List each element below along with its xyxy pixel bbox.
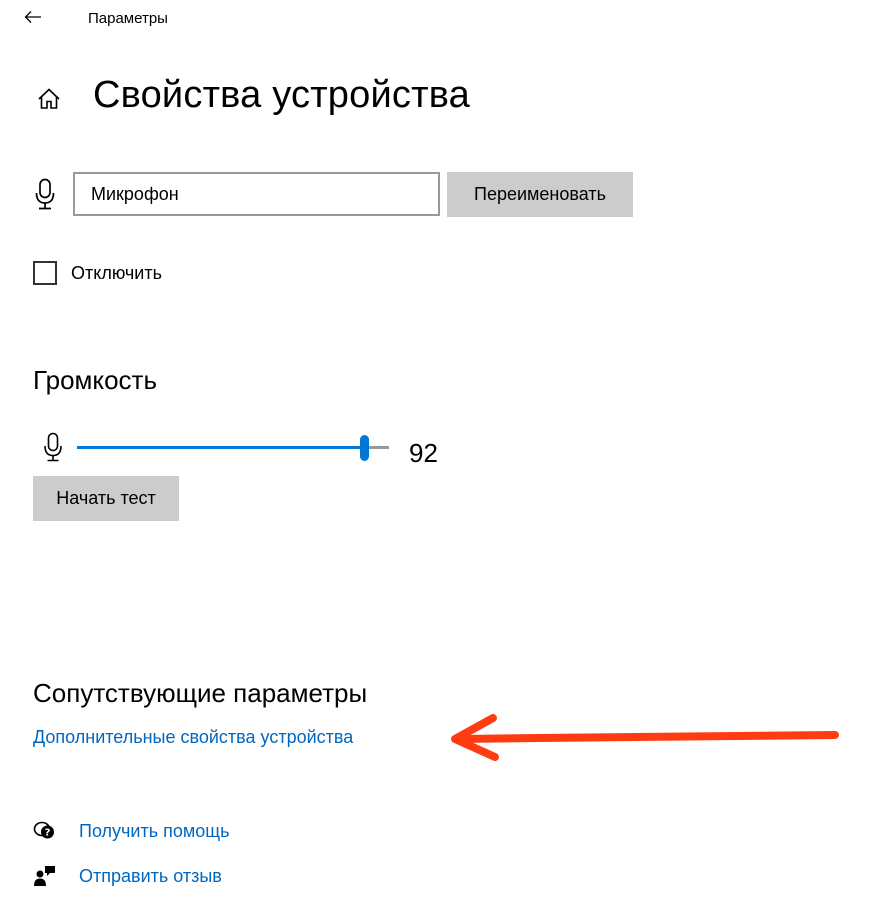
device-name-input[interactable] <box>73 172 440 216</box>
start-test-button[interactable]: Начать тест <box>33 476 179 521</box>
additional-device-properties-link[interactable]: Дополнительные свойства устройства <box>33 727 353 748</box>
rename-button[interactable]: Переименовать <box>447 172 633 217</box>
volume-slider[interactable] <box>77 435 389 461</box>
back-button[interactable] <box>22 6 44 28</box>
microphone-icon <box>35 178 55 210</box>
related-settings-heading: Сопутствующие параметры <box>33 678 368 708</box>
disable-device-toggle[interactable]: Отключить <box>33 259 162 287</box>
volume-slider-fill <box>77 446 364 449</box>
get-help-link[interactable]: Получить помощь <box>79 821 229 842</box>
send-feedback-link[interactable]: Отправить отзыв <box>79 866 222 887</box>
back-arrow-icon <box>24 11 41 23</box>
help-chat-icon: ? <box>33 821 54 839</box>
disable-checkbox-label: Отключить <box>71 262 162 283</box>
annotation-arrow-icon <box>451 714 839 761</box>
get-help-row[interactable]: ? Получить помощь <box>33 819 229 843</box>
volume-value: 92 <box>409 438 438 468</box>
app-title: Параметры <box>88 10 168 27</box>
svg-text:?: ? <box>45 828 51 839</box>
send-feedback-row[interactable]: Отправить отзыв <box>33 864 222 888</box>
home-icon[interactable] <box>36 86 62 112</box>
volume-slider-thumb[interactable] <box>360 435 369 461</box>
page-title: Свойства устройства <box>93 74 470 116</box>
disable-checkbox[interactable] <box>33 261 57 285</box>
microphone-icon <box>44 432 62 462</box>
settings-window: Параметры Свойства устройства Переименов… <box>0 0 890 914</box>
feedback-icon <box>34 866 55 886</box>
volume-heading: Громкость <box>33 365 157 395</box>
